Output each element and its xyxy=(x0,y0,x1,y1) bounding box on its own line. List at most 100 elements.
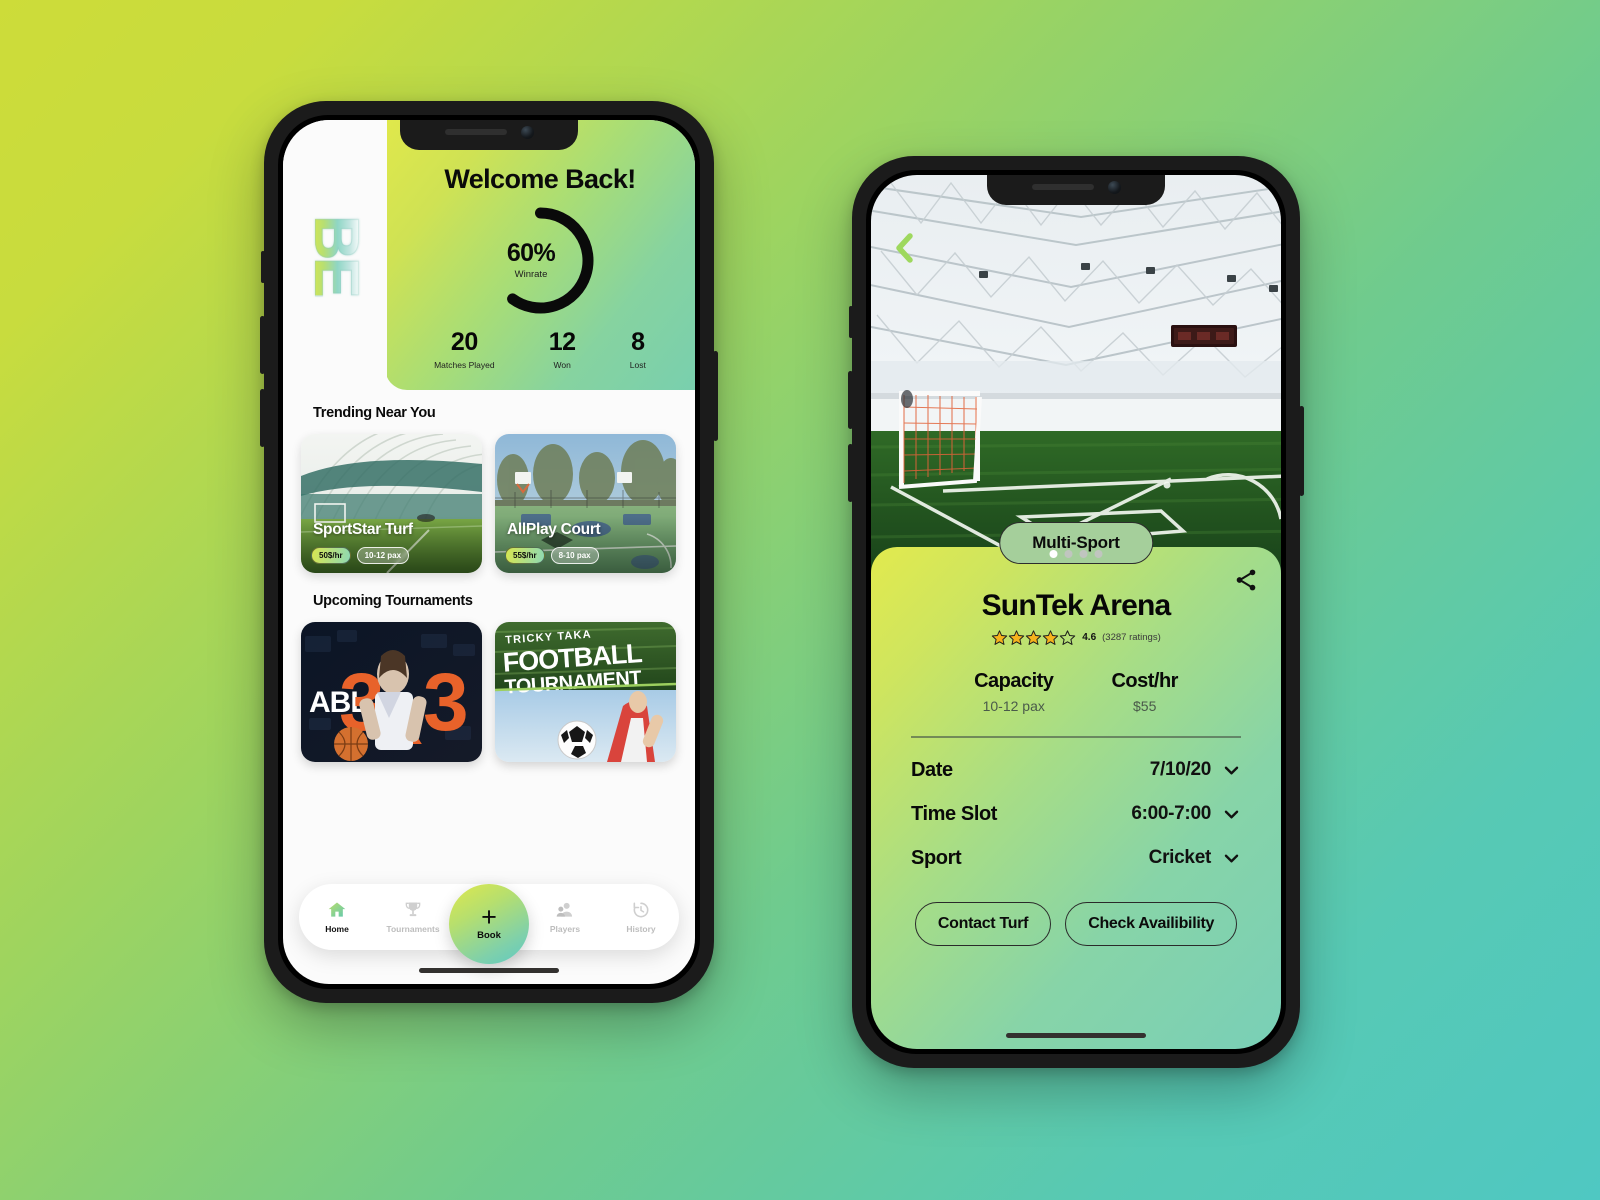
venue-photo-carousel[interactable] xyxy=(871,175,1281,572)
indoor-field-photo xyxy=(871,175,1281,572)
app-logo-panel: BE xyxy=(283,120,387,390)
venue-specs: Capacity 10-12 pax Cost/hr $55 xyxy=(899,670,1253,714)
fab-label: Book xyxy=(477,929,501,941)
carousel-dot[interactable] xyxy=(1094,550,1103,558)
action-buttons: Contact Turf Check Availibility xyxy=(899,901,1253,946)
share-button[interactable] xyxy=(1233,567,1259,598)
front-camera xyxy=(520,125,534,139)
mute-switch[interactable] xyxy=(849,306,853,338)
row-label: Date xyxy=(911,758,953,781)
star-rating xyxy=(991,629,1076,646)
spec-value: 10-12 pax xyxy=(982,698,1045,714)
carousel-dot[interactable] xyxy=(1049,550,1058,558)
carousel-dot[interactable] xyxy=(1064,550,1073,558)
power-button[interactable] xyxy=(1299,406,1304,496)
stat-matches-played: 20 Matches Played xyxy=(434,328,495,371)
trending-card-sportstar-turf[interactable]: SportStar Turf 50$/hr 10-12 pax xyxy=(301,434,482,573)
tournament-card-abl-3x3[interactable]: ABL 3 3 X xyxy=(301,622,482,762)
power-button[interactable] xyxy=(713,351,718,441)
tab-history[interactable]: History xyxy=(611,900,671,934)
star-icon xyxy=(992,630,1008,645)
capacity-badge: 8-10 pax xyxy=(550,547,599,564)
welcome-hero-card: Welcome Back! 60% Winrate 20 Matches Pla… xyxy=(385,120,695,390)
star-icon-empty xyxy=(1060,630,1076,645)
back-chevron-icon xyxy=(896,233,913,263)
spec-key: Cost/hr xyxy=(1111,670,1178,692)
home-indicator[interactable] xyxy=(419,968,559,973)
winrate-ring: 60% Winrate xyxy=(483,203,598,318)
price-badge: 50$/hr xyxy=(311,547,351,564)
tournament-card-football[interactable]: TRICKY TAKA FOOTBALL TOURNAMENT xyxy=(495,622,676,762)
stat-value: 20 xyxy=(450,328,478,356)
stat-label: Matches Played xyxy=(434,360,495,370)
row-value: 6:00-7:00 xyxy=(1131,803,1211,824)
row-label: Time Slot xyxy=(911,802,998,825)
chevron-down-icon[interactable] xyxy=(1222,805,1241,824)
carousel-dots[interactable] xyxy=(1049,550,1103,558)
check-availability-button[interactable]: Check Availibility xyxy=(1065,901,1238,946)
trending-card-badges: 55$/hr 8-10 pax xyxy=(505,547,599,564)
notch xyxy=(987,175,1165,205)
right-phone-mockup: Multi-Sport SunTek Arena 4.6 (3287 ratin… xyxy=(848,156,1304,1068)
earpiece-speaker xyxy=(1031,184,1094,190)
stat-value: 12 xyxy=(548,328,576,356)
volume-down-button[interactable] xyxy=(260,389,265,447)
tab-label: Tournaments xyxy=(386,924,440,934)
booking-row-sport[interactable]: Sport Cricket xyxy=(899,826,1253,870)
trending-card-allplay-court[interactable]: AllPlay Court 55$/hr 8-10 pax xyxy=(495,434,676,573)
chevron-down-icon[interactable] xyxy=(1222,761,1241,780)
volume-up-button[interactable] xyxy=(260,316,265,374)
stat-value: 8 xyxy=(631,328,645,356)
rating-count: (3287 ratings) xyxy=(1102,632,1161,643)
spec-capacity: Capacity 10-12 pax xyxy=(974,670,1054,714)
row-value: 7/10/20 xyxy=(1149,759,1212,780)
trending-card-title: SportStar Turf xyxy=(313,521,413,538)
booking-row-date[interactable]: Date 7/10/20 xyxy=(899,738,1253,782)
volume-down-button[interactable] xyxy=(848,444,853,502)
share-icon xyxy=(1236,569,1256,591)
tournaments-section-title: Upcoming Tournaments xyxy=(313,593,473,609)
stats-row: 20 Matches Played 12 Won 8 Lost xyxy=(385,328,695,371)
history-icon xyxy=(633,902,649,918)
carousel-dot[interactable] xyxy=(1079,550,1088,558)
back-button[interactable] xyxy=(893,233,915,268)
stat-label: Won xyxy=(553,360,571,370)
trophy-icon xyxy=(405,902,421,917)
tab-home[interactable]: Home xyxy=(307,900,367,934)
book-fab-button[interactable]: + Book xyxy=(449,884,529,964)
chevron-down-icon[interactable] xyxy=(1222,849,1241,868)
plus-icon: + xyxy=(481,902,497,933)
volume-up-button[interactable] xyxy=(848,371,853,429)
home-indicator[interactable] xyxy=(1006,1033,1146,1038)
tab-tournaments[interactable]: Tournaments xyxy=(383,900,443,934)
svg-text:3: 3 xyxy=(423,657,466,748)
abl-3x3-poster: ABL 3 3 X xyxy=(301,622,482,762)
stat-lost: 8 Lost xyxy=(629,328,646,371)
earpiece-speaker xyxy=(444,129,507,135)
star-icon xyxy=(1043,630,1059,645)
rating-value: 4.6 xyxy=(1082,632,1097,643)
stat-label: Lost xyxy=(629,360,646,370)
venue-detail-screen: Multi-Sport SunTek Arena 4.6 (3287 ratin… xyxy=(871,175,1281,1049)
tab-players[interactable]: Players xyxy=(535,900,595,934)
trending-section-title: Trending Near You xyxy=(313,405,436,421)
price-badge: 55$/hr xyxy=(505,547,545,564)
mute-switch[interactable] xyxy=(261,251,265,283)
football-tournament-poster: TRICKY TAKA FOOTBALL TOURNAMENT xyxy=(495,622,676,762)
star-icon xyxy=(1009,630,1025,645)
booking-row-time-slot[interactable]: Time Slot 6:00-7:00 xyxy=(899,782,1253,826)
row-label: Sport xyxy=(911,846,962,869)
app-logo: BE xyxy=(301,214,371,296)
spec-key: Capacity xyxy=(974,670,1054,692)
tournament-cards: ABL 3 3 X xyxy=(283,622,695,762)
capacity-badge: 10-12 pax xyxy=(356,547,410,564)
scoreboard xyxy=(1171,325,1237,347)
tab-label: Home xyxy=(325,924,349,934)
contact-turf-button[interactable]: Contact Turf xyxy=(914,901,1052,946)
trending-cards: SportStar Turf 50$/hr 10-12 pax AllPlay … xyxy=(283,434,695,573)
winrate-value: 60% xyxy=(506,239,556,267)
tab-label: History xyxy=(626,924,656,934)
trending-card-badges: 50$/hr 10-12 pax xyxy=(311,547,410,564)
section-divider xyxy=(911,736,1241,738)
players-icon xyxy=(556,902,573,917)
